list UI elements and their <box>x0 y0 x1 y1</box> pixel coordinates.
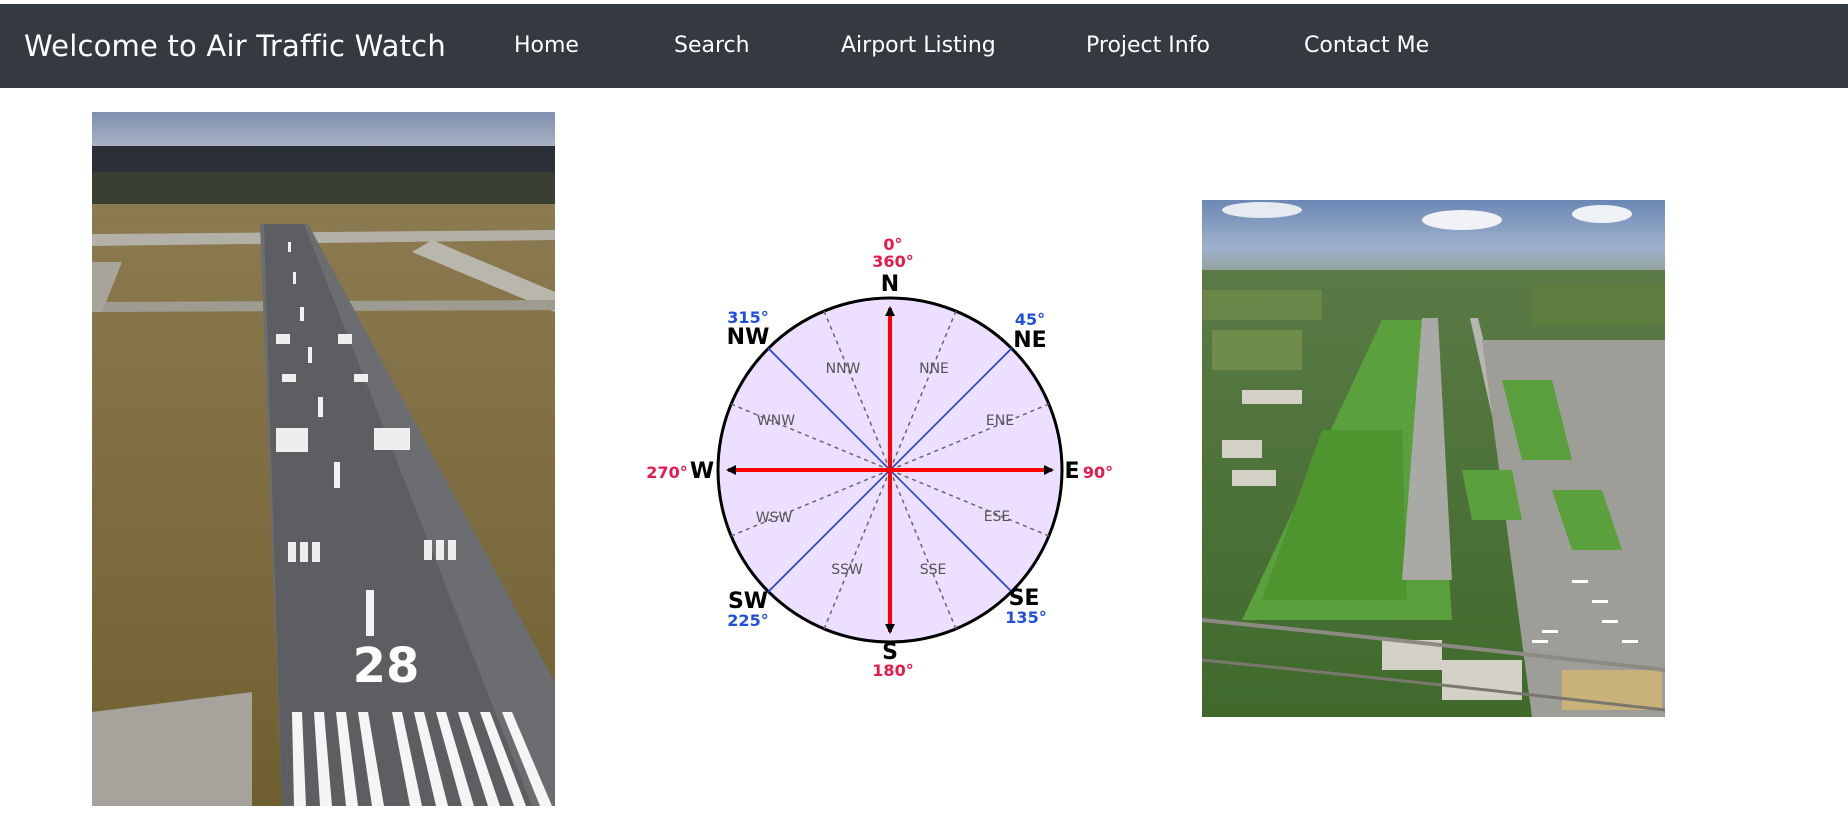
nav-link-contact-me[interactable]: Contact Me <box>1304 4 1429 88</box>
label-wsw: WSW <box>756 510 793 526</box>
top-navbar: Welcome to Air Traffic Watch Home Search… <box>0 4 1848 88</box>
label-e: E <box>1064 459 1079 484</box>
label-ese: ESE <box>984 509 1011 525</box>
label-sse: SSE <box>920 562 947 578</box>
airport-aerial-photo <box>1202 200 1665 717</box>
airport-aerial-illustration <box>1202 200 1665 717</box>
deg-90: 90° <box>1083 463 1113 482</box>
deg-270: 270° <box>646 463 687 482</box>
label-nw: NW <box>727 325 770 350</box>
deg-360: 360° <box>872 252 913 271</box>
site-brand[interactable]: Welcome to Air Traffic Watch <box>24 4 446 88</box>
deg-225: 225° <box>727 611 768 630</box>
deg-135: 135° <box>1005 608 1046 627</box>
runway-illustration: 28 <box>92 112 555 806</box>
deg-315: 315° <box>727 308 768 327</box>
label-n: N <box>881 272 899 297</box>
label-ne: NE <box>1013 328 1046 353</box>
label-ene: ENE <box>986 413 1014 429</box>
runway-number: 28 <box>353 638 420 694</box>
nav-link-project-info[interactable]: Project Info <box>1086 4 1210 88</box>
label-ssw: SSW <box>831 562 863 578</box>
compass-diagram: NNE ENE ESE SSE SSW WSW WNW NNW N E S W … <box>646 235 1113 680</box>
label-wnw: WNW <box>757 413 795 429</box>
label-nnw: NNW <box>826 361 861 377</box>
compass-rose: NNE ENE ESE SSE SSW WSW WNW NNW N E S W … <box>640 230 1120 690</box>
nav-link-airport-listing[interactable]: Airport Listing <box>841 4 996 88</box>
deg-45: 45° <box>1015 310 1045 329</box>
deg-180: 180° <box>872 661 913 680</box>
label-nne: NNE <box>919 361 949 377</box>
nav-link-search[interactable]: Search <box>674 4 750 88</box>
runway-photo: 28 <box>92 112 555 806</box>
nav-link-home[interactable]: Home <box>514 4 579 88</box>
label-w: W <box>690 459 714 484</box>
